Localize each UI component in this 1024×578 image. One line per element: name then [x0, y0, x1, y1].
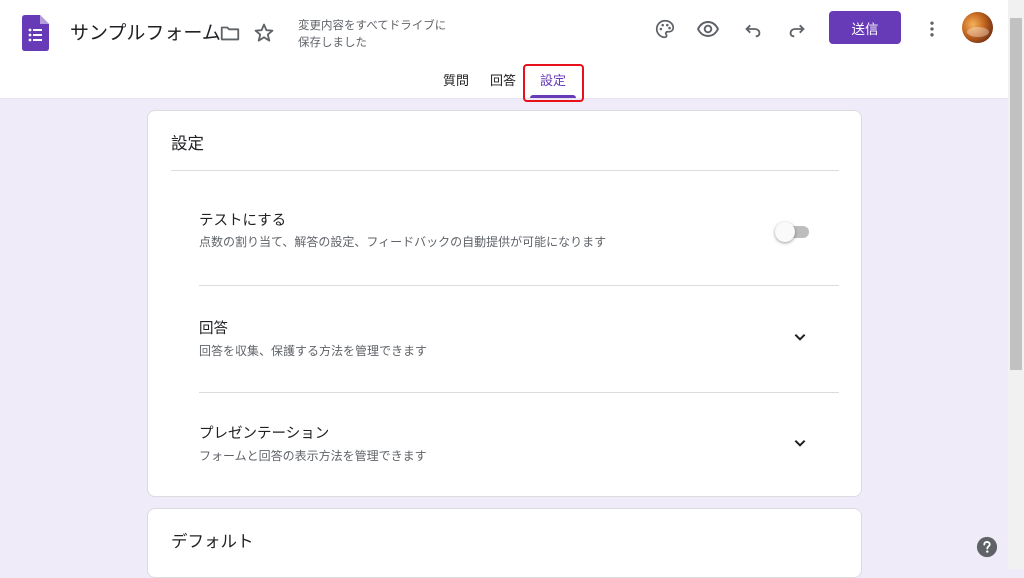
tab-questions[interactable]: 質問: [443, 73, 469, 91]
divider: [171, 170, 839, 171]
divider: [199, 285, 839, 286]
redo-icon[interactable]: [783, 15, 811, 43]
setting-quiz-description: 点数の割り当て、解答の設定、フィードバックの自動提供が可能になります: [199, 235, 607, 249]
default-card-title: デフォルト: [171, 532, 254, 551]
chevron-down-icon[interactable]: [788, 431, 812, 455]
save-status-line2: 保存しました: [298, 35, 367, 49]
quiz-toggle[interactable]: [775, 220, 813, 244]
settings-card-title: 設定: [171, 134, 204, 153]
setting-presentation-description: フォームと回答の表示方法を管理できます: [199, 449, 427, 463]
app-header: サンプルフォーム 変更内容をすべてドライブに 保存しました 送信 質問 回答 設…: [0, 0, 1008, 102]
tab-highlight-box: [523, 64, 584, 102]
setting-responses-title[interactable]: 回答: [199, 319, 228, 339]
save-status: 変更内容をすべてドライブに 保存しました: [298, 17, 468, 51]
send-button[interactable]: 送信: [829, 11, 901, 44]
toggle-thumb: [775, 222, 795, 242]
forms-logo-icon[interactable]: [22, 15, 49, 51]
undo-icon[interactable]: [739, 15, 767, 43]
save-status-line1: 変更内容をすべてドライブに: [298, 18, 447, 32]
avatar[interactable]: [962, 12, 993, 43]
star-icon[interactable]: [252, 21, 276, 45]
form-title[interactable]: サンプルフォーム: [70, 20, 221, 46]
eye-preview-icon[interactable]: [694, 15, 722, 43]
scrollbar-thumb[interactable]: [1010, 18, 1022, 370]
tab-responses[interactable]: 回答: [490, 73, 516, 91]
help-icon[interactable]: [976, 536, 998, 558]
folder-icon[interactable]: [219, 22, 241, 44]
more-vert-icon[interactable]: [918, 15, 946, 43]
settings-card: 設定 テストにする 点数の割り当て、解答の設定、フィードバックの自動提供が可能に…: [147, 110, 862, 497]
chevron-down-icon[interactable]: [788, 325, 812, 349]
default-card: デフォルト: [147, 508, 862, 578]
palette-icon[interactable]: [651, 15, 679, 43]
setting-presentation-title[interactable]: プレゼンテーション: [199, 424, 329, 444]
divider: [199, 392, 839, 393]
setting-quiz-title: テストにする: [199, 213, 287, 229]
setting-responses-description: 回答を収集、保護する方法を管理できます: [199, 344, 428, 358]
